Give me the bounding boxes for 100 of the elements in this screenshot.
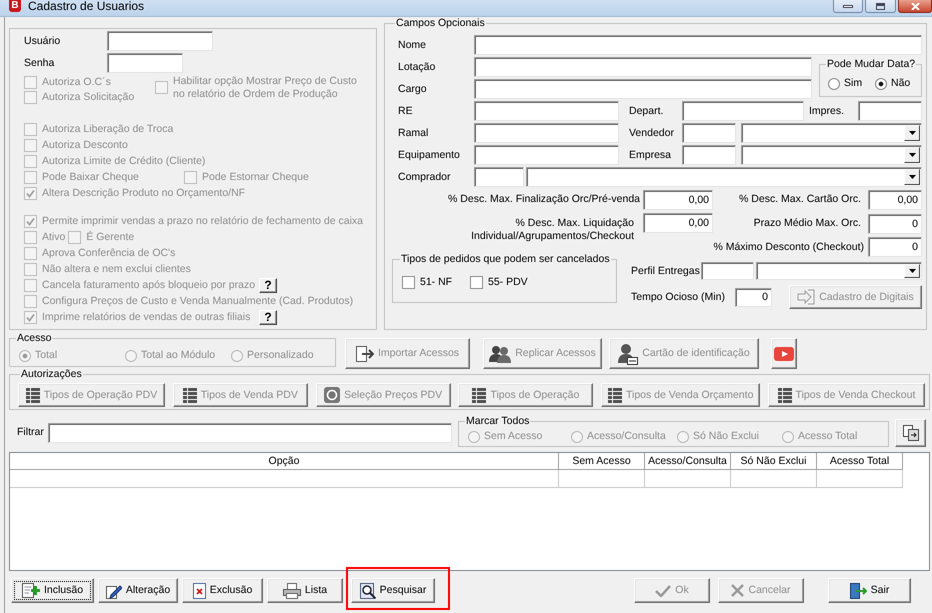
group-title: Autorizações (20, 368, 83, 381)
group-title: Marcar Todos (465, 415, 530, 428)
field-label: Ramal (398, 126, 430, 140)
radio-label: Total (35, 349, 58, 362)
column-header: Só Não Exclui (731, 453, 817, 470)
input-field[interactable] (858, 101, 922, 121)
field-label: Equipamento (398, 148, 461, 162)
dropdown-button[interactable] (904, 147, 920, 163)
column-header: Opção (10, 453, 559, 470)
printer-icon (282, 582, 301, 598)
exit-button[interactable]: Sair (828, 578, 911, 603)
input-field[interactable]: 0 (868, 214, 922, 234)
input-field[interactable] (474, 123, 619, 143)
checkbox-label: Permite imprimir vendas a prazo no relatório de fechamento de caixa (42, 214, 363, 228)
edit-button[interactable]: Alteração (98, 578, 178, 603)
checkbox-label: Cancela faturamento após bloqueio por prazo (42, 278, 256, 292)
field-label: Senha (24, 56, 56, 70)
column-header: Acesso Total (817, 453, 903, 470)
input-field[interactable] (682, 101, 804, 121)
dropdown-button[interactable] (904, 125, 920, 141)
dropdown-field[interactable] (741, 123, 922, 143)
close-icon (910, 2, 920, 10)
checkmark-icon (26, 188, 35, 198)
search-button[interactable]: Pesquisar (351, 578, 435, 603)
field-label: Tempo Ocioso (Min) (631, 290, 726, 304)
column-header: Sem Acesso (559, 453, 645, 470)
door-icon (850, 582, 867, 598)
field-label: % Máximo Desconto (Checkout) (713, 240, 864, 254)
pencil-icon (106, 582, 122, 598)
play-button[interactable] (771, 338, 797, 369)
dropdown-button[interactable] (904, 264, 920, 278)
checkbox-label: Pode Estornar Cheque (202, 170, 309, 184)
field-label: Depart. (629, 104, 664, 118)
checkbox[interactable] (402, 276, 415, 289)
input-field[interactable] (474, 167, 524, 187)
checkbox-label: Habilitar opção Mostrar Preço de Custo no relatório de Ordem de Produção (173, 75, 357, 101)
group-title: Campos Opcionais (395, 17, 486, 30)
checkbox-label: Ativo (42, 230, 66, 244)
input-field[interactable]: 0,00 (868, 190, 922, 210)
field-label: Filtrar (17, 426, 45, 439)
dropdown-field[interactable] (526, 167, 922, 187)
app-logo: B (9, 0, 21, 12)
radio-button[interactable] (828, 78, 840, 90)
close-button[interactable] (898, 0, 932, 13)
input-field[interactable]: 0,00 (643, 213, 713, 233)
field-label: Empresa (629, 148, 672, 162)
radio-label: Personalizado (247, 349, 314, 362)
input-field[interactable] (474, 101, 619, 121)
input-field[interactable]: 0 (735, 288, 772, 306)
input-field[interactable]: 0 (868, 237, 922, 257)
checkmark-icon (26, 216, 35, 226)
input-field[interactable] (107, 53, 183, 73)
page-x-icon (192, 582, 206, 598)
list-icon (182, 388, 197, 402)
maximize-icon (876, 2, 885, 10)
input-field[interactable] (682, 145, 736, 165)
input-field[interactable] (48, 423, 452, 443)
export-button[interactable] (895, 419, 926, 447)
field-label: Cargo (398, 82, 428, 96)
checkbox-label: Altera Descrição Produto no Orçamento/NF (42, 186, 246, 200)
caret-down-icon (908, 175, 916, 179)
dropdown-field[interactable] (741, 145, 922, 165)
page-plus-icon (22, 583, 40, 598)
field-label: Nome (398, 38, 428, 52)
group-title: Pode Mudar Data? (826, 58, 916, 71)
checkbox-label: Autoriza Desconto (42, 138, 128, 152)
checkbox[interactable] (470, 276, 483, 289)
minimize-icon (843, 4, 853, 8)
field-label: Perfil Entregas (631, 264, 701, 278)
caret-down-icon (908, 153, 916, 157)
cross-icon (731, 584, 744, 597)
field-label: Prazo Médio Max. Orc. (754, 217, 861, 230)
search-icon (360, 582, 376, 598)
radio-label: Não (891, 77, 910, 90)
input-field[interactable] (474, 57, 812, 77)
list-icon (608, 388, 622, 402)
person-card-icon (618, 342, 638, 364)
input-field[interactable] (474, 35, 922, 55)
minimize-button[interactable] (833, 0, 863, 13)
radio-button[interactable] (875, 78, 887, 90)
input-field[interactable]: 0,00 (643, 190, 713, 210)
field-label: Comprador (398, 170, 452, 184)
checkbox-label: Aprova Conferência de OC's (42, 246, 176, 260)
input-field[interactable] (474, 145, 619, 165)
input-field[interactable] (701, 262, 754, 280)
dropdown-button[interactable] (904, 169, 920, 185)
delete-button[interactable]: Exclusão (182, 578, 263, 603)
radio-label: Acesso Total (798, 430, 858, 443)
list-button[interactable]: Lista (267, 578, 343, 603)
checkbox-label: Autoriza O.C´s (42, 76, 111, 89)
insert-button[interactable]: Inclusão (11, 578, 94, 603)
input-field[interactable] (474, 79, 812, 99)
radio-label: Só Não Exclui (693, 430, 759, 443)
input-field[interactable] (682, 123, 736, 143)
checkbox-label: Configura Preços de Custo e Venda Manualmente (Cad. Produtos) (42, 294, 354, 308)
checkbox-label: Imprime relatórios de vendas de outras filiais (42, 310, 252, 324)
maximize-button[interactable] (865, 0, 896, 13)
document-arrow-icon (356, 346, 374, 362)
input-field[interactable] (107, 31, 213, 51)
dropdown-field[interactable] (756, 262, 922, 280)
